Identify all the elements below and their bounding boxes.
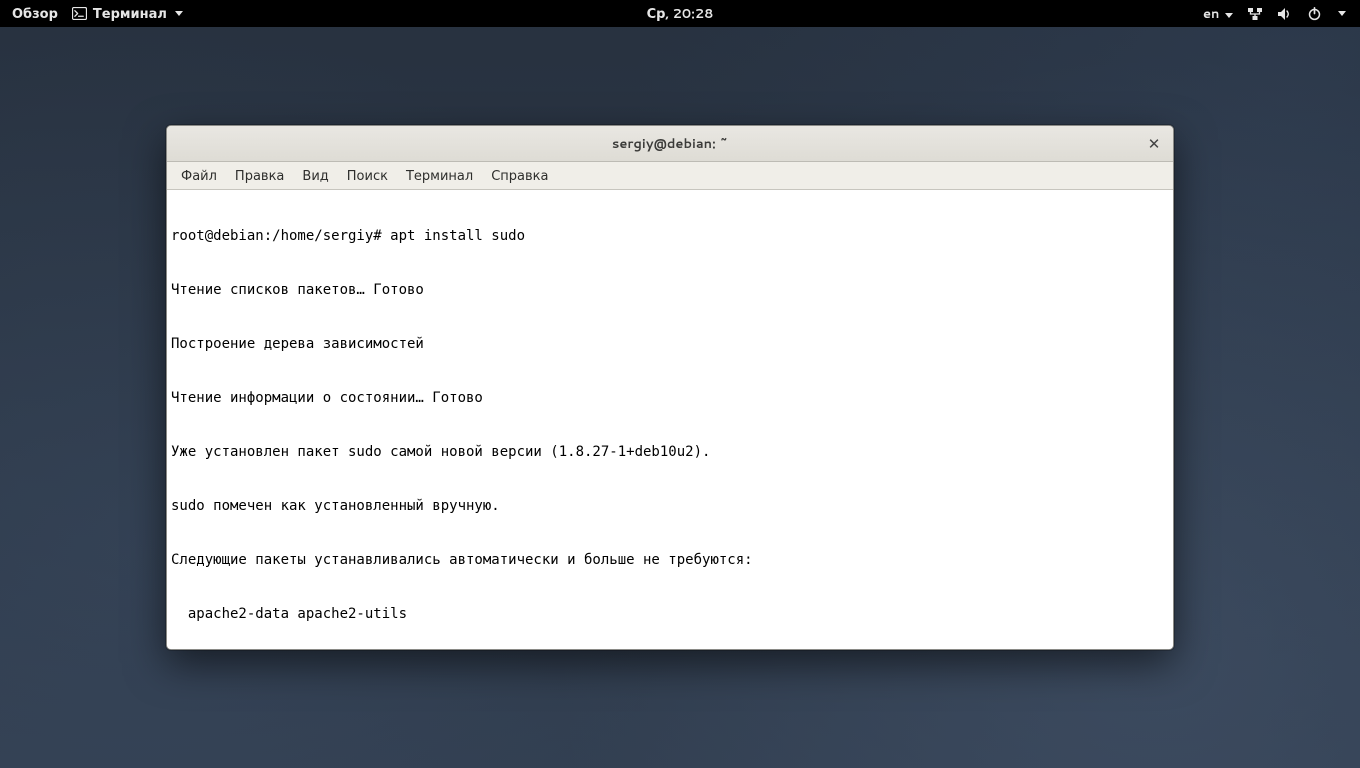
app-menu-label: Терминал (93, 5, 167, 23)
input-language-indicator[interactable]: en (1203, 5, 1233, 23)
terminal-line: Уже установлен пакет sudo самой новой ве… (171, 443, 1169, 461)
power-icon[interactable] (1307, 6, 1322, 21)
menu-edit[interactable]: Правка (227, 164, 292, 188)
terminal-line: Чтение информации о состоянии… Готово (171, 389, 1169, 407)
terminal-window: sergiy@debian: ~ ✕ Файл Правка Вид Поиск… (166, 125, 1174, 650)
menu-view[interactable]: Вид (294, 164, 336, 188)
menubar: Файл Правка Вид Поиск Терминал Справка (167, 162, 1173, 190)
menu-help[interactable]: Справка (483, 164, 556, 188)
input-language-label: en (1203, 5, 1219, 23)
chevron-down-icon (175, 11, 183, 16)
chevron-down-icon (1225, 13, 1233, 18)
top-panel: Обзор Терминал Ср, 20:28 en (0, 0, 1360, 27)
terminal-line: Построение дерева зависимостей (171, 335, 1169, 353)
app-menu-button[interactable]: Терминал (72, 5, 183, 23)
terminal-icon (72, 7, 87, 20)
terminal-line: Следующие пакеты устанавливались автомат… (171, 551, 1169, 569)
menu-file[interactable]: Файл (173, 164, 225, 188)
clock[interactable]: Ср, 20:28 (647, 5, 714, 23)
terminal-line: root@debian:/home/sergiy# apt install su… (171, 227, 1169, 245)
terminal-viewport[interactable]: root@debian:/home/sergiy# apt install su… (167, 190, 1173, 649)
volume-icon[interactable] (1277, 7, 1293, 21)
window-titlebar[interactable]: sergiy@debian: ~ ✕ (167, 126, 1173, 162)
window-close-button[interactable]: ✕ (1143, 133, 1165, 155)
terminal-line: Чтение списков пакетов… Готово (171, 281, 1169, 299)
activities-button[interactable]: Обзор (12, 5, 58, 23)
terminal-line: apache2-data apache2-utils (171, 605, 1169, 623)
terminal-line: sudo помечен как установленный вручную. (171, 497, 1169, 515)
network-icon[interactable] (1247, 7, 1263, 21)
menu-search[interactable]: Поиск (339, 164, 396, 188)
menu-terminal[interactable]: Терминал (398, 164, 481, 188)
chevron-down-icon (1338, 11, 1346, 16)
window-title: sergiy@debian: ~ (167, 135, 1173, 153)
